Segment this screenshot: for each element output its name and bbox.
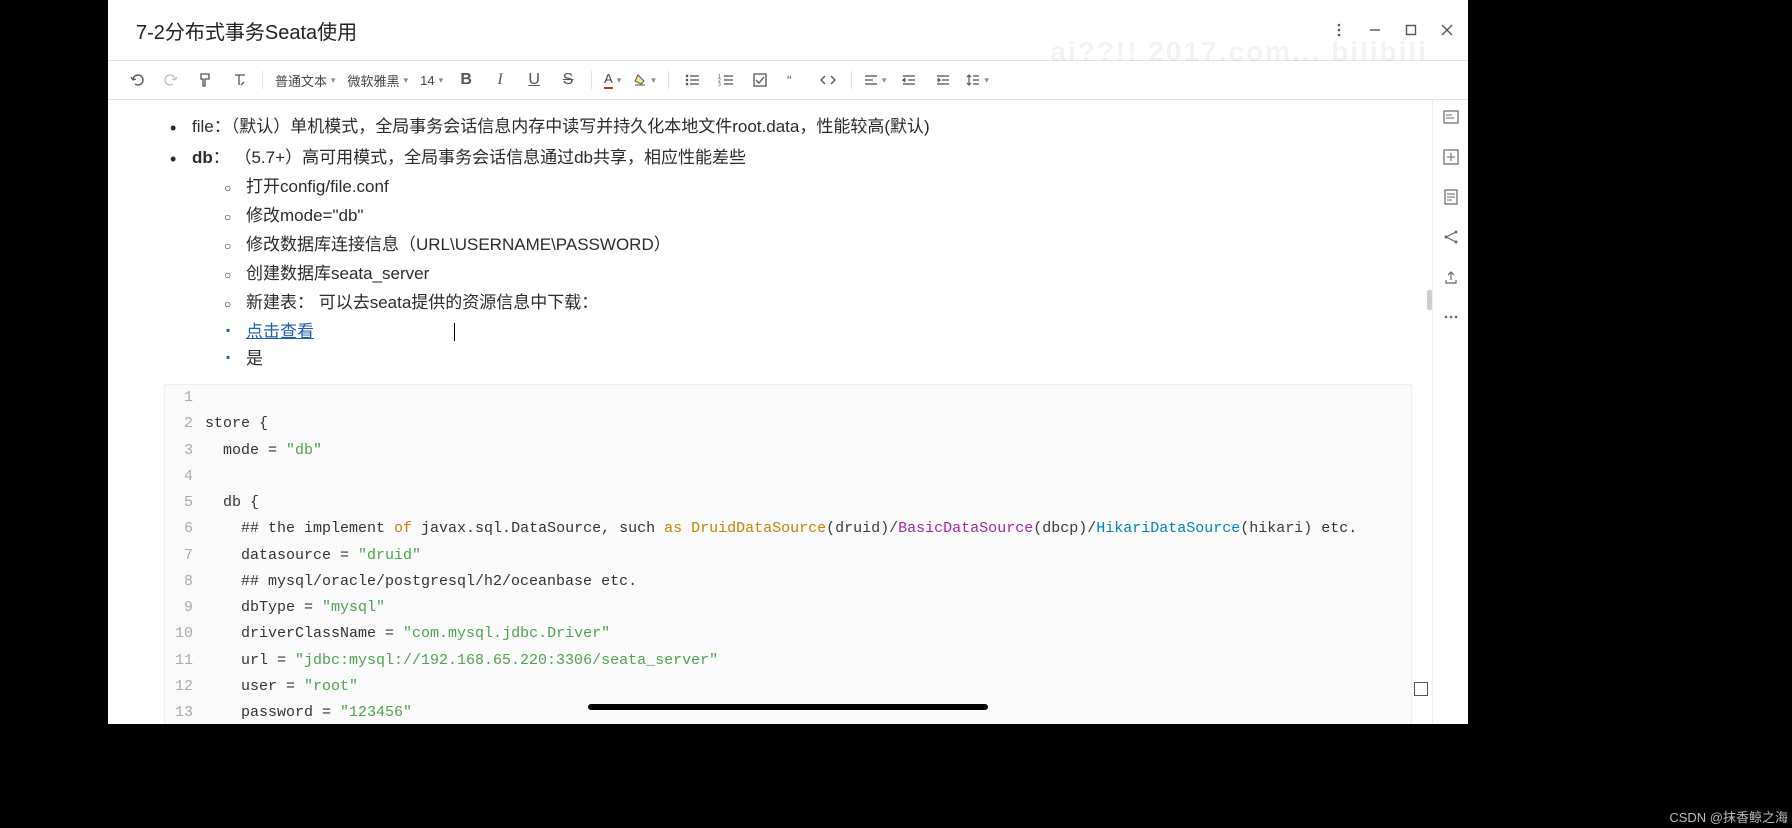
paragraph-style-select[interactable]: 普通文本 ▾ xyxy=(275,71,336,90)
window-controls xyxy=(1332,23,1454,37)
app-window: 7-2分布式事务Seata使用 ai??!! 2017.com... bilib… xyxy=(108,0,1468,724)
font-family-select[interactable]: 微软雅黑 ▾ xyxy=(348,71,409,90)
list-item: 新建表： 可以去seata提供的资源信息中下载： xyxy=(220,289,1412,318)
close-button[interactable] xyxy=(1440,23,1454,37)
list-item: 是 xyxy=(220,345,1412,372)
list-level-1: file：（默认）单机模式，全局事务会话信息内存中读写并持久化本地文件root.… xyxy=(164,112,1412,372)
document-body[interactable]: file：（默认）单机模式，全局事务会话信息内存中读写并持久化本地文件root.… xyxy=(108,100,1432,724)
italic-button[interactable]: I xyxy=(489,69,511,91)
text: （默认）单机模式，全局事务会话信息内存中读写并持久化本地文件root.data，… xyxy=(231,117,930,136)
quote-button[interactable]: “ xyxy=(783,69,805,91)
csdn-watermark: CSDN @抹香鲸之海 xyxy=(1669,807,1788,826)
underline-button[interactable]: U xyxy=(523,69,545,91)
maximize-button[interactable] xyxy=(1404,23,1418,37)
chevron-down-icon: ▾ xyxy=(439,75,444,86)
toolbar: 普通文本 ▾ 微软雅黑 ▾ 14 ▾ B I U S A▾ ▾ 123 “ ▾ ▾ xyxy=(108,60,1468,100)
list-item: file：（默认）单机模式，全局事务会话信息内存中读写并持久化本地文件root.… xyxy=(164,112,1412,143)
resize-handle-icon[interactable] xyxy=(1414,682,1428,696)
separator xyxy=(591,71,592,89)
text: ： （5.7+）高可用模式，全局事务会话信息通过db共享，相应性能差些 xyxy=(213,148,746,167)
chevron-down-icon: ▾ xyxy=(617,75,622,86)
align-button[interactable]: ▾ xyxy=(864,74,887,86)
text-cursor xyxy=(454,323,455,341)
chevron-down-icon: ▾ xyxy=(984,75,989,86)
line-spacing-button[interactable]: ▾ xyxy=(966,73,989,87)
title-bar: 7-2分布式事务Seata使用 xyxy=(108,0,1468,60)
list-level-2: 打开config/file.conf 修改mode="db" 修改数据库连接信息… xyxy=(220,173,1412,317)
minimize-button[interactable] xyxy=(1368,23,1382,37)
more-icon[interactable] xyxy=(1332,23,1346,37)
code-block[interactable]: 12store {3 mode = "db"45 db {6 ## the im… xyxy=(164,384,1412,724)
redo-button[interactable] xyxy=(160,69,182,91)
right-rail xyxy=(1432,100,1468,724)
highlight-button[interactable]: ▾ xyxy=(633,73,656,87)
export-icon[interactable] xyxy=(1442,268,1460,286)
home-indicator xyxy=(588,704,988,710)
document-title: 7-2分布式事务Seata使用 xyxy=(136,16,357,45)
outline-icon[interactable] xyxy=(1442,108,1460,126)
code-button[interactable] xyxy=(817,69,839,91)
strike-button[interactable]: S xyxy=(557,69,579,91)
svg-text:3: 3 xyxy=(718,82,721,87)
bold-button[interactable]: B xyxy=(455,69,477,91)
text-bold: db xyxy=(192,148,213,167)
font-size-select[interactable]: 14 ▾ xyxy=(420,73,443,88)
font-color-button[interactable]: A▾ xyxy=(604,71,621,89)
clear-format-button[interactable] xyxy=(228,69,250,91)
list-item: 修改mode="db" xyxy=(220,202,1412,231)
checklist-button[interactable] xyxy=(749,69,771,91)
svg-text:“: “ xyxy=(787,73,792,87)
more-icon[interactable] xyxy=(1442,308,1460,326)
text: file： xyxy=(192,117,231,136)
chevron-down-icon: ▾ xyxy=(882,75,887,86)
paragraph-style-value: 普通文本 xyxy=(275,71,327,90)
separator xyxy=(668,71,669,89)
add-panel-icon[interactable] xyxy=(1442,148,1460,166)
list-item: 修改数据库连接信息（URL\USERNAME\PASSWORD） xyxy=(220,231,1412,260)
list-item: db： （5.7+）高可用模式，全局事务会话信息通过db共享，相应性能差些 打开… xyxy=(164,143,1412,372)
font-family-value: 微软雅黑 xyxy=(348,71,400,90)
undo-button[interactable] xyxy=(126,69,148,91)
list-item: 点击查看 xyxy=(220,318,1412,345)
chevron-down-icon: ▾ xyxy=(331,75,336,86)
indent-decrease-button[interactable] xyxy=(898,69,920,91)
number-list-button[interactable]: 123 xyxy=(715,69,737,91)
list-item: 创建数据库seata_server xyxy=(220,260,1412,289)
separator xyxy=(851,71,852,89)
separator xyxy=(262,71,263,89)
share-icon[interactable] xyxy=(1442,228,1460,246)
indent-increase-button[interactable] xyxy=(932,69,954,91)
bullet-list-button[interactable] xyxy=(681,69,703,91)
font-size-value: 14 xyxy=(420,73,434,88)
link-view[interactable]: 点击查看 xyxy=(246,322,314,341)
format-painter-button[interactable] xyxy=(194,69,216,91)
list-item: 打开config/file.conf xyxy=(220,173,1412,202)
notes-icon[interactable] xyxy=(1442,188,1460,206)
list-level-3: 点击查看 是 xyxy=(220,318,1412,372)
chevron-down-icon: ▾ xyxy=(404,75,409,86)
chevron-down-icon: ▾ xyxy=(651,75,656,86)
